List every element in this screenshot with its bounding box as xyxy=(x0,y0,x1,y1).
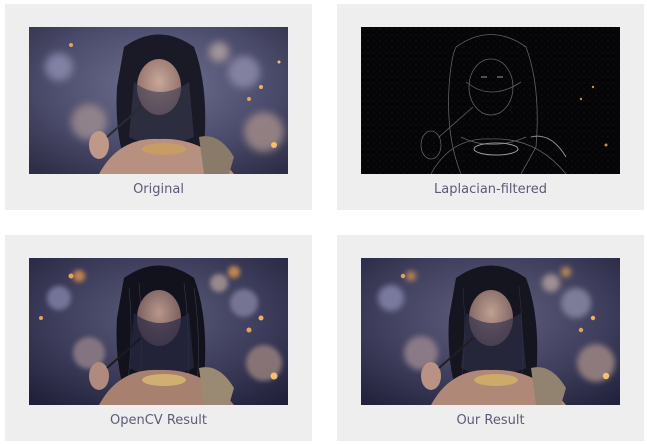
figure-caption: Laplacian-filtered xyxy=(434,182,547,197)
figure-card-our-result: Our Result xyxy=(337,235,644,441)
figure-caption: OpenCV Result xyxy=(110,413,207,428)
figure-caption: Our Result xyxy=(456,413,525,428)
portrait-our-result-picture xyxy=(361,258,620,405)
figure-caption: Original xyxy=(133,182,184,197)
laplacian-image[interactable] xyxy=(361,27,620,174)
portrait-original-picture xyxy=(29,27,288,174)
figure-card-opencv: OpenCV Result xyxy=(5,235,312,441)
portrait-opencv-picture xyxy=(29,258,288,405)
our-result-image[interactable] xyxy=(361,258,620,405)
portrait-laplacian-picture xyxy=(361,27,620,174)
figure-card-laplacian: Laplacian-filtered xyxy=(337,4,644,210)
figure-card-original: Original xyxy=(5,4,312,210)
opencv-result-image[interactable] xyxy=(29,258,288,405)
original-image[interactable] xyxy=(29,27,288,174)
